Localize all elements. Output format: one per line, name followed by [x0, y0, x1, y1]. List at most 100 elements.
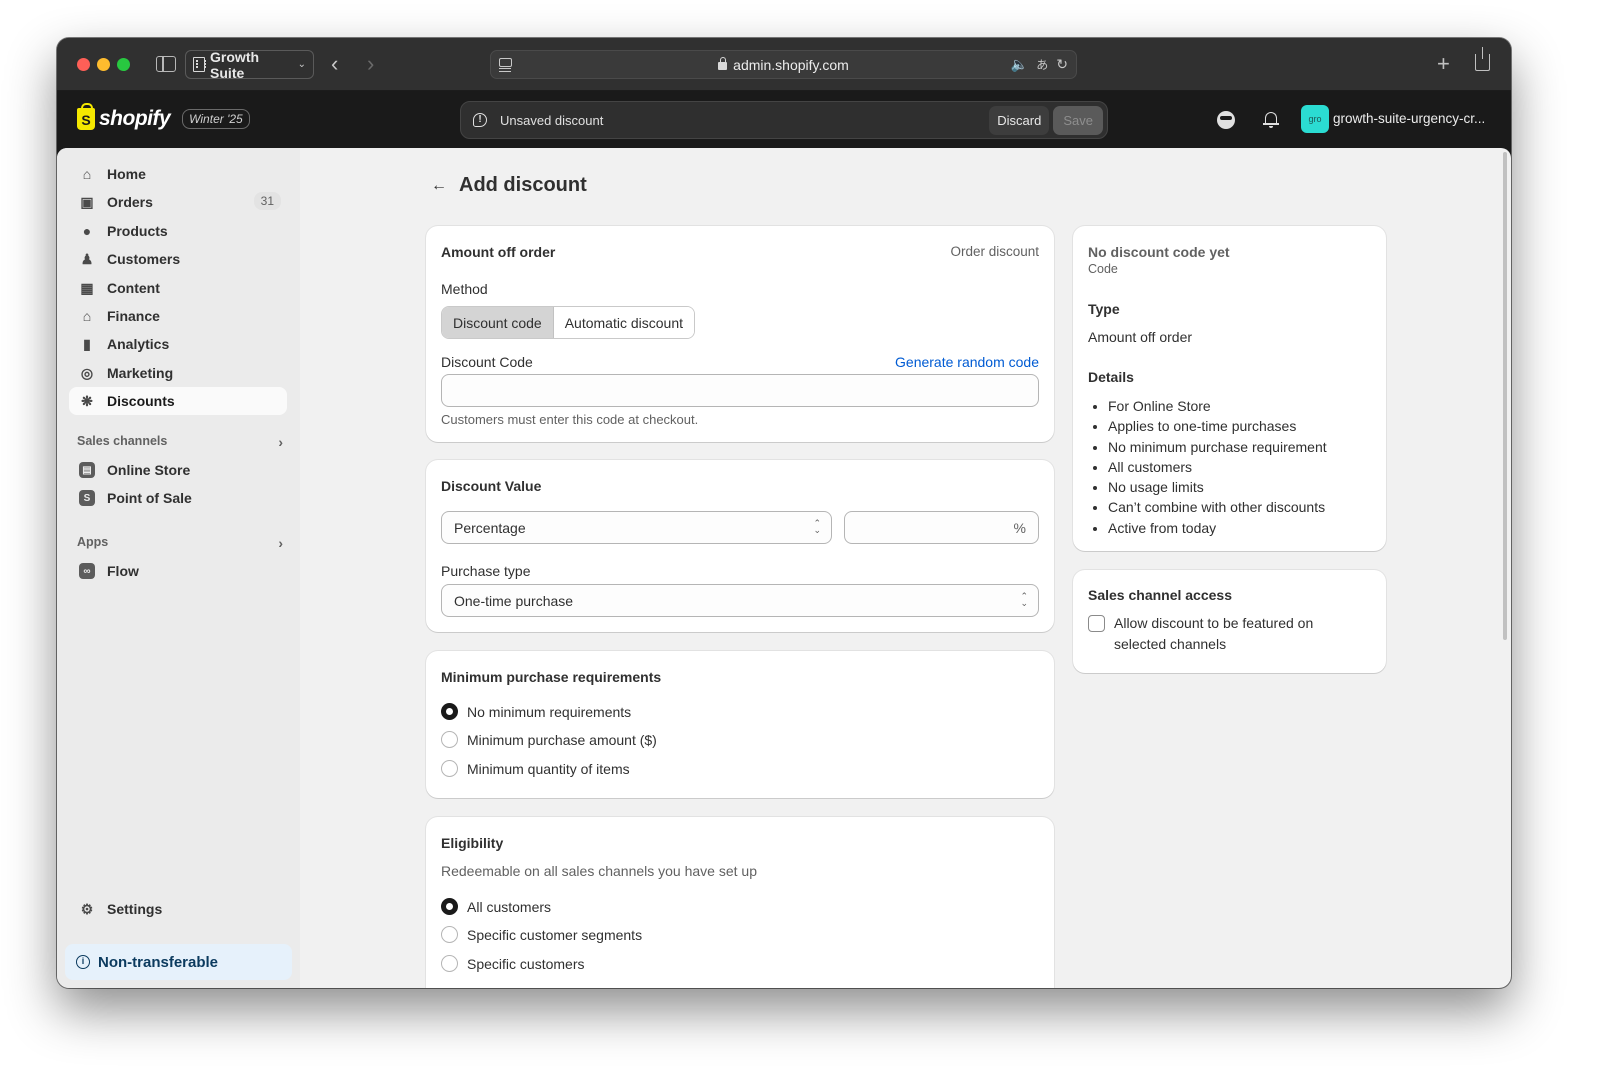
- radio-unchecked[interactable]: [441, 760, 458, 777]
- discard-button[interactable]: Discard: [989, 105, 1050, 135]
- card-title: Sales channel access: [1088, 587, 1232, 603]
- summary-detail: Active from today: [1108, 518, 1327, 538]
- amount-off-order-card: Amount off order Order discount Method D…: [426, 226, 1054, 442]
- eligibility-option-segments[interactable]: Specific customer segments: [441, 926, 642, 943]
- sidebar-item-content[interactable]: ▦ Content: [69, 274, 287, 302]
- address-bar[interactable]: admin.shopify.com 🔈 あ ↻: [490, 50, 1077, 79]
- sales-channels-header[interactable]: Sales channels ›: [77, 434, 287, 450]
- min-option-none[interactable]: No minimum requirements: [441, 703, 631, 720]
- summary-details-list: For Online Store Applies to one-time pur…: [1108, 396, 1327, 538]
- store-icon: ▤: [79, 462, 95, 478]
- summary-detail: No usage limits: [1108, 477, 1327, 497]
- speaker-icon[interactable]: 🔈: [1011, 56, 1028, 73]
- eligibility-subtitle: Redeemable on all sales channels you hav…: [441, 863, 757, 879]
- generate-random-code-link[interactable]: Generate random code: [895, 354, 1039, 370]
- discount-value-card: Discount Value Percentage ⌃ ⌄ % Purchase …: [426, 460, 1054, 632]
- non-transferable-banner[interactable]: i Non-transferable: [65, 944, 292, 980]
- radio-checked[interactable]: [441, 703, 458, 720]
- store-name[interactable]: growth-suite-urgency-cr...: [1333, 111, 1485, 126]
- share-icon[interactable]: [1475, 47, 1490, 71]
- new-tab-button[interactable]: +: [1437, 51, 1450, 77]
- summary-type-value: Amount off order: [1088, 329, 1193, 345]
- summary-detail: Applies to one-time purchases: [1108, 416, 1327, 436]
- sidebar-item-point-of-sale[interactable]: S Point of Sale: [69, 484, 287, 512]
- minimize-window-button[interactable]: [97, 58, 110, 71]
- summary-type-title: Type: [1088, 301, 1120, 317]
- summary-details-title: Details: [1088, 369, 1134, 385]
- reload-icon[interactable]: ↻: [1056, 56, 1068, 73]
- building-icon: [193, 57, 207, 72]
- person-icon: ♟: [80, 250, 94, 267]
- sidebar-item-online-store[interactable]: ▤ Online Store: [69, 456, 287, 484]
- flow-icon: ∞: [79, 563, 95, 579]
- sidebar-item-home[interactable]: ⌂ Home: [69, 160, 287, 188]
- radio-unchecked[interactable]: [441, 731, 458, 748]
- lock-icon: [718, 57, 728, 70]
- featured-channels-label[interactable]: Allow discount to be featured on selecte…: [1114, 613, 1354, 654]
- edition-badge[interactable]: Winter '25: [182, 109, 250, 129]
- min-option-quantity[interactable]: Minimum quantity of items: [441, 760, 630, 777]
- card-title: Minimum purchase requirements: [441, 669, 662, 685]
- min-option-amount[interactable]: Minimum purchase amount ($): [441, 731, 657, 748]
- gear-icon: ⚙: [80, 900, 94, 917]
- radio-unchecked[interactable]: [441, 955, 458, 972]
- inbox-icon: ▣: [80, 193, 94, 210]
- store-avatar[interactable]: gro: [1301, 105, 1329, 133]
- radio-checked[interactable]: [441, 898, 458, 915]
- purchase-type-label: Purchase type: [441, 563, 531, 579]
- radio-unchecked[interactable]: [441, 926, 458, 943]
- eligibility-option-all[interactable]: All customers: [441, 898, 551, 915]
- close-window-button[interactable]: [77, 58, 90, 71]
- save-button[interactable]: Save: [1053, 105, 1103, 135]
- profile-name: Growth Suite: [210, 48, 260, 81]
- sidebar-item-customers[interactable]: ♟ Customers: [69, 245, 287, 273]
- chevron-right-icon[interactable]: ›: [278, 434, 283, 450]
- shopify-logo[interactable]: S shopify Winter '25: [77, 103, 250, 131]
- sidebar-item-discounts[interactable]: ❋ Discounts: [69, 387, 287, 415]
- tag-icon: ●: [82, 223, 92, 239]
- discount-code-label: Discount Code: [441, 354, 533, 370]
- sidebar-item-settings[interactable]: ⚙ Settings: [69, 895, 287, 923]
- browser-window: Growth Suite ⌄ ‹ › admin.shopify.com 🔈 あ…: [57, 38, 1511, 988]
- value-type-select[interactable]: Percentage ⌃ ⌄: [441, 511, 832, 544]
- sidebar-item-flow[interactable]: ∞ Flow: [69, 557, 287, 585]
- purchase-type-select[interactable]: One-time purchase ⌃ ⌄: [441, 584, 1039, 617]
- sidebar-toggle-icon[interactable]: [156, 56, 176, 72]
- sidebar-item-marketing[interactable]: ◎ Marketing: [69, 359, 287, 387]
- url-display[interactable]: admin.shopify.com: [491, 57, 1076, 73]
- back-arrow-icon[interactable]: ←: [431, 177, 447, 195]
- featured-channels-checkbox[interactable]: [1088, 615, 1105, 632]
- sidebar-item-orders[interactable]: ▣ Orders 31: [69, 188, 287, 216]
- sidekick-icon[interactable]: [1217, 111, 1235, 129]
- method-discount-code-tab[interactable]: Discount code: [442, 307, 554, 338]
- bank-icon: ⌂: [82, 308, 92, 324]
- back-button[interactable]: ‹: [331, 51, 338, 77]
- profile-selector[interactable]: Growth Suite ⌄: [185, 48, 314, 81]
- card-title: Discount Value: [441, 478, 542, 494]
- method-automatic-discount-tab[interactable]: Automatic discount: [553, 307, 695, 338]
- apps-header[interactable]: Apps ›: [77, 535, 287, 551]
- sidebar-item-analytics[interactable]: ▮ Analytics: [69, 330, 287, 358]
- chevron-down-icon: ⌄: [297, 59, 306, 70]
- bell-icon[interactable]: [1262, 111, 1280, 129]
- minimum-requirements-card: Minimum purchase requirements No minimum…: [426, 651, 1054, 798]
- sidebar-item-products[interactable]: ● Products: [69, 217, 287, 245]
- shopify-topbar: S shopify Winter '25 ! Unsaved discount …: [57, 91, 1511, 148]
- select-arrows-icon: ⌃ ⌄: [1020, 591, 1028, 608]
- summary-code-title: No discount code yet: [1088, 244, 1230, 260]
- page-scrollbar[interactable]: [1503, 152, 1507, 640]
- shopify-bag-icon: S: [77, 103, 95, 130]
- chevron-right-icon[interactable]: ›: [278, 535, 283, 551]
- percent-suffix: %: [1013, 519, 1026, 536]
- sidebar: ⌂ Home ▣ Orders 31 ● Products ♟ Customer…: [57, 148, 300, 988]
- sidebar-item-finance[interactable]: ⌂ Finance: [69, 302, 287, 330]
- eligibility-option-specific[interactable]: Specific customers: [441, 955, 584, 972]
- forward-button[interactable]: ›: [367, 51, 374, 77]
- summary-detail: Can’t combine with other discounts: [1108, 497, 1327, 517]
- value-amount-input[interactable]: %: [844, 511, 1039, 544]
- maximize-window-button[interactable]: [117, 58, 130, 71]
- bar-chart-icon: ▮: [83, 335, 91, 352]
- discount-code-input[interactable]: [441, 374, 1039, 407]
- translate-icon[interactable]: あ: [1036, 56, 1048, 73]
- unsaved-changes-bar: ! Unsaved discount Discard Save: [460, 101, 1108, 139]
